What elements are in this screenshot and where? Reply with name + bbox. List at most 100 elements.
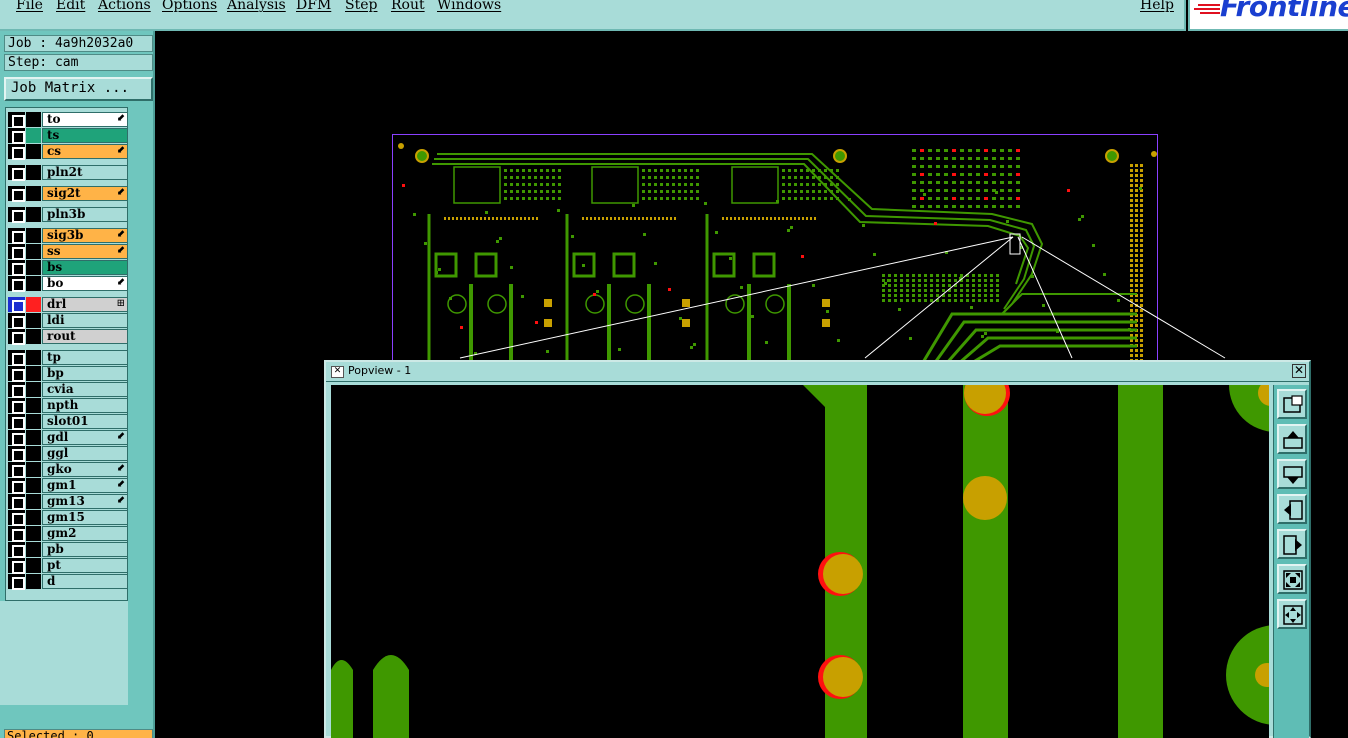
layer-row-bo[interactable]: bo ⬋ [8,276,128,292]
layer-name[interactable]: tp [42,350,128,365]
layer-row-ldi[interactable]: ldi [8,313,128,329]
layer-color-swatch[interactable] [26,574,41,589]
layer-color-swatch[interactable] [26,366,41,381]
layer-name[interactable]: ss ⬋ [42,244,128,259]
layer-row-d[interactable]: d [8,574,128,590]
menu-actions[interactable]: Actions [98,0,151,13]
layer-row-ts[interactable]: ts [8,128,128,144]
layer-checkbox[interactable] [8,112,25,128]
layer-row-gm13[interactable]: gm13 ⬋ [8,494,128,510]
layer-color-swatch[interactable] [26,446,41,461]
layer-checkbox[interactable] [8,297,25,313]
menu-help[interactable]: Help [1140,0,1174,13]
layer-name[interactable]: pb [42,542,128,557]
layer-row-sig2t[interactable]: sig2t ⬋ [8,186,128,202]
layer-name[interactable]: to ⬋ [42,112,128,127]
layer-checkbox[interactable] [8,350,25,366]
zoom-window-button[interactable] [1277,389,1307,419]
layer-checkbox[interactable] [8,510,25,526]
layer-checkbox[interactable] [8,260,25,276]
pan-down-button[interactable] [1277,459,1307,489]
layer-color-swatch[interactable] [26,228,41,243]
layer-checkbox[interactable] [8,446,25,462]
layer-checkbox[interactable] [8,366,25,382]
layer-color-swatch[interactable] [26,313,41,328]
pan-left-button[interactable] [1277,494,1307,524]
layer-name[interactable]: ldi [42,313,128,328]
window-menu-icon[interactable]: ✕ [331,366,344,378]
layer-color-swatch[interactable] [26,430,41,445]
layer-row-npth[interactable]: npth [8,398,128,414]
layer-row-drl[interactable]: drl ⊞ [8,297,128,313]
layer-color-swatch[interactable] [26,207,41,222]
layer-checkbox[interactable] [8,144,25,160]
layer-checkbox[interactable] [8,558,25,574]
layer-name[interactable]: gko ⬋ [42,462,128,477]
layer-checkbox[interactable] [8,276,25,292]
menu-file[interactable]: File [16,0,43,13]
layer-row-bp[interactable]: bp [8,366,128,382]
layer-color-swatch[interactable] [26,478,41,493]
layer-name[interactable]: sig3b ⬋ [42,228,128,243]
layer-checkbox[interactable] [8,228,25,244]
layer-color-swatch[interactable] [26,382,41,397]
layer-row-ss[interactable]: ss ⬋ [8,244,128,260]
layer-name[interactable]: ts [42,128,128,143]
layer-checkbox[interactable] [8,207,25,223]
layer-row-pln3b[interactable]: pln3b [8,207,128,223]
menu-edit[interactable]: Edit [56,0,85,13]
menu-rout[interactable]: Rout [391,0,425,13]
layer-color-swatch[interactable] [26,244,41,259]
layer-checkbox[interactable] [8,313,25,329]
layer-name[interactable]: ggl [42,446,128,461]
layer-color-swatch[interactable] [26,542,41,557]
layer-checkbox[interactable] [8,574,25,590]
layer-color-swatch[interactable] [26,398,41,413]
layer-name[interactable]: gm1 ⬋ [42,478,128,493]
layer-checkbox[interactable] [8,494,25,510]
layer-row-tp[interactable]: tp [8,350,128,366]
layer-row-sig3b[interactable]: sig3b ⬋ [8,228,128,244]
layer-name[interactable]: d [42,574,128,589]
layer-name[interactable]: gm2 [42,526,128,541]
pcb-board-view[interactable] [392,134,1158,364]
popview-window[interactable]: ✕ Popview - 1 ✕ [324,360,1311,738]
layer-checkbox[interactable] [8,128,25,144]
layer-name[interactable]: bs [42,260,128,275]
layer-checkbox[interactable] [8,186,25,202]
layer-row-gm15[interactable]: gm15 [8,510,128,526]
layer-color-swatch[interactable] [26,165,41,180]
menu-analysis[interactable]: Analysis [227,0,286,13]
layer-name[interactable]: gm15 [42,510,128,525]
layer-color-swatch[interactable] [26,297,41,312]
layer-checkbox[interactable] [8,430,25,446]
layer-name[interactable]: rout [42,329,128,344]
layer-row-slot01[interactable]: slot01 [8,414,128,430]
layer-color-swatch[interactable] [26,350,41,365]
layer-row-pt[interactable]: pt [8,558,128,574]
layer-color-swatch[interactable] [26,494,41,509]
layer-row-pb[interactable]: pb [8,542,128,558]
layer-name[interactable]: pln3b [42,207,128,222]
menu-step[interactable]: Step [345,0,377,13]
popview-close-button[interactable]: ✕ [1292,364,1306,378]
layer-name[interactable]: pln2t [42,165,128,180]
layer-row-bs[interactable]: bs [8,260,128,276]
layer-name[interactable]: bo ⬋ [42,276,128,291]
layer-checkbox[interactable] [8,526,25,542]
layer-name[interactable]: slot01 [42,414,128,429]
layer-color-swatch[interactable] [26,462,41,477]
job-matrix-button[interactable]: Job Matrix ... [4,77,153,101]
layer-checkbox[interactable] [8,414,25,430]
layer-row-rout[interactable]: rout [8,329,128,345]
layer-color-swatch[interactable] [26,186,41,201]
menu-dfm[interactable]: DFM [296,0,331,13]
menu-windows[interactable]: Windows [437,0,501,13]
popview-canvas[interactable] [331,385,1269,738]
layer-name[interactable]: sig2t ⬋ [42,186,128,201]
layer-checkbox[interactable] [8,462,25,478]
layer-row-gm2[interactable]: gm2 [8,526,128,542]
layer-color-swatch[interactable] [26,276,41,291]
layer-row-to[interactable]: to ⬋ [8,112,128,128]
layer-row-ggl[interactable]: ggl [8,446,128,462]
